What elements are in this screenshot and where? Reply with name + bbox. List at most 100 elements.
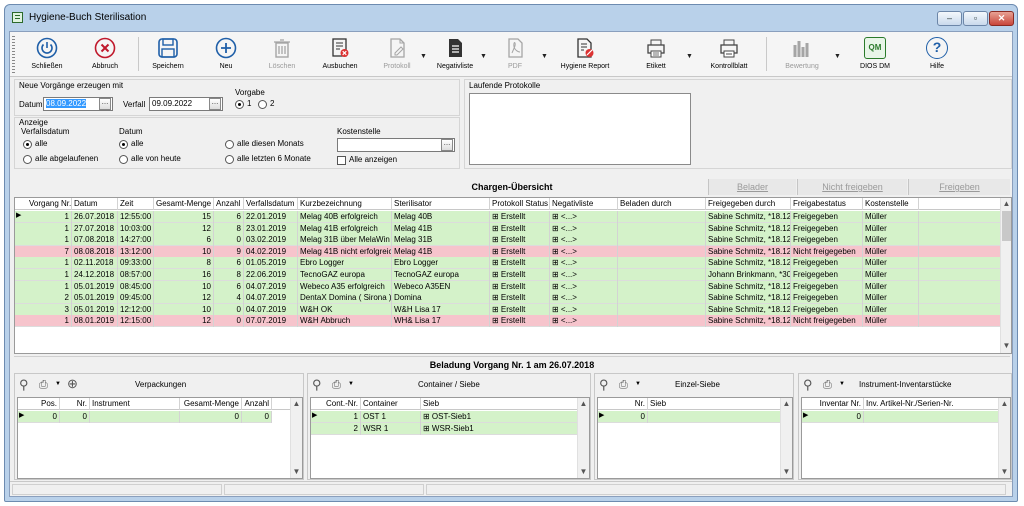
- show-all-checkbox[interactable]: [337, 156, 346, 165]
- expiry-picker-button[interactable]: …: [209, 98, 221, 110]
- rating-button[interactable]: Bewertung: [772, 34, 832, 75]
- batch-cell[interactable]: ⊞ <...>: [550, 222, 618, 235]
- close-window-button[interactable]: ✕: [989, 11, 1014, 26]
- protocol-button[interactable]: Protokoll: [374, 34, 420, 75]
- batch-row[interactable]: 1 08.01.2019 12:15:00 12 0 07.07.2019 W&H Abbr…: [15, 315, 1001, 328]
- batch-cell[interactable]: ⊞ Erstellt: [490, 222, 550, 235]
- container-column-header[interactable]: Sieb: [421, 398, 581, 410]
- batch-column-header[interactable]: Datum: [72, 198, 118, 210]
- container-column-header[interactable]: Container: [361, 398, 421, 410]
- toolbar-grip[interactable]: [12, 36, 15, 73]
- batch-column-header[interactable]: Beladen durch: [618, 198, 706, 210]
- date-month-radio[interactable]: [225, 140, 234, 149]
- batch-cell[interactable]: ⊞ <...>: [550, 303, 618, 316]
- chevron-down-icon[interactable]: ▼: [635, 381, 641, 387]
- pdf-dropdown-arrow[interactable]: ▼: [541, 53, 548, 60]
- search-icon[interactable]: ⚲: [312, 377, 322, 393]
- batch-cell[interactable]: ⊞ <...>: [550, 211, 618, 223]
- batch-column-header[interactable]: Zeit: [118, 198, 154, 210]
- default-radio-1[interactable]: [235, 100, 244, 109]
- close-button[interactable]: Schließen: [24, 34, 70, 75]
- scroll-down-arrow[interactable]: ▼: [291, 466, 302, 478]
- batch-cell[interactable]: ⊞ <...>: [550, 292, 618, 305]
- checkout-button[interactable]: Ausbuchen: [314, 34, 366, 75]
- delete-button[interactable]: Löschen: [260, 34, 304, 75]
- scroll-down-arrow[interactable]: ▼: [781, 466, 792, 478]
- negative-list-button[interactable]: Negativliste: [430, 34, 480, 75]
- batch-cell[interactable]: ⊞ <...>: [550, 315, 618, 328]
- packaging-column-header[interactable]: Nr.: [60, 398, 90, 410]
- add-icon[interactable]: ⊕: [67, 376, 78, 392]
- cost-center-input[interactable]: [337, 138, 455, 152]
- batch-cell[interactable]: ⊞ Erstellt: [490, 269, 550, 281]
- scroll-up-arrow[interactable]: ▲: [291, 398, 302, 410]
- batch-cell[interactable]: ⊞ Erstellt: [490, 211, 550, 223]
- scroll-down-arrow[interactable]: ▼: [1001, 340, 1011, 352]
- chevron-down-icon[interactable]: ▼: [55, 381, 61, 387]
- scroll-up-arrow[interactable]: ▲: [578, 398, 589, 410]
- batch-column-header[interactable]: Sterilisator: [392, 198, 490, 210]
- maximize-button[interactable]: ▫: [963, 11, 988, 26]
- batch-grid-scrollbar[interactable]: ▲ ▼: [1000, 198, 1011, 353]
- single-sieve-column-header[interactable]: Sieb: [648, 398, 788, 410]
- packaging-scrollbar[interactable]: ▲ ▼: [290, 398, 302, 478]
- minimize-button[interactable]: –: [937, 11, 962, 26]
- new-button[interactable]: Neu: [204, 34, 248, 75]
- packaging-row[interactable]: ▶ 0 0 0 0: [18, 411, 272, 423]
- batch-cell[interactable]: ⊞ <...>: [550, 269, 618, 281]
- batch-row[interactable]: ▶ 1 26.07.2018 12:55:00 15 6 22.01.2019 Melag 4…: [15, 211, 1001, 223]
- batch-row[interactable]: 3 05.01.2019 12:12:00 10 0 04.07.2019 W&H OK W&…: [15, 303, 1001, 316]
- expiry-all-radio[interactable]: [23, 140, 32, 149]
- approve-button[interactable]: Freigeben: [908, 179, 1010, 195]
- batch-row[interactable]: 1 07.08.2018 14:27:00 6 0 03.02.2019 Melag 31B…: [15, 234, 1001, 247]
- batch-cell[interactable]: ⊞ Erstellt: [490, 315, 550, 328]
- batch-column-header[interactable]: Verfallsdatum: [244, 198, 298, 210]
- chevron-down-icon[interactable]: ▼: [839, 381, 845, 387]
- packaging-column-header[interactable]: Anzahl: [242, 398, 272, 410]
- instrument-row[interactable]: ▶ 0: [802, 411, 1004, 423]
- label-print-dropdown-arrow[interactable]: ▼: [686, 53, 693, 60]
- chevron-down-icon[interactable]: ▼: [348, 381, 354, 387]
- batch-cell[interactable]: ⊞ <...>: [550, 257, 618, 270]
- instrument-scrollbar[interactable]: ▲ ▼: [998, 398, 1010, 478]
- scroll-up-arrow[interactable]: ▲: [1001, 198, 1011, 210]
- date-picker-button[interactable]: …: [99, 98, 111, 110]
- batch-cell[interactable]: ⊞ Erstellt: [490, 245, 550, 258]
- packaging-column-header[interactable]: Instrument: [90, 398, 180, 410]
- batch-column-header[interactable]: Kurzbezeichnung: [298, 198, 392, 210]
- protocol-dropdown-arrow[interactable]: ▼: [420, 53, 427, 60]
- batch-column-header[interactable]: Protokoll Status: [490, 198, 550, 210]
- negative-list-dropdown-arrow[interactable]: ▼: [480, 53, 487, 60]
- single-sieve-row[interactable]: ▶ 0: [598, 411, 788, 423]
- batch-column-header[interactable]: Negativliste: [550, 198, 618, 210]
- loader-button[interactable]: Belader: [708, 179, 796, 195]
- rating-dropdown-arrow[interactable]: ▼: [834, 53, 841, 60]
- packaging-column-header[interactable]: Pos.: [30, 398, 60, 410]
- batch-row[interactable]: 1 24.12.2018 08:57:00 16 8 22.06.2019 TecnoGAZ…: [15, 269, 1001, 281]
- printer-icon[interactable]: ⎙: [619, 379, 628, 392]
- batch-cell[interactable]: ⊞ Erstellt: [490, 292, 550, 305]
- batch-row[interactable]: 1 02.11.2018 09:33:00 8 6 01.05.2019 Ebro Logg…: [15, 257, 1001, 270]
- cost-center-picker-button[interactable]: …: [441, 139, 453, 151]
- expiry-expired-radio[interactable]: [23, 155, 32, 164]
- batch-cell[interactable]: ⊞ Erstellt: [490, 257, 550, 270]
- date-today-radio[interactable]: [119, 155, 128, 164]
- batch-row[interactable]: 2 05.01.2019 09:45:00 12 4 04.07.2019 DentaX D…: [15, 292, 1001, 305]
- instrument-column-header[interactable]: Inventar Nr.: [814, 398, 864, 410]
- default-radio-2[interactable]: [258, 100, 267, 109]
- batch-cell[interactable]: ⊞ <...>: [550, 234, 618, 247]
- batch-cell[interactable]: ⊞ Erstellt: [490, 303, 550, 316]
- batch-column-header[interactable]: Freigabestatus: [791, 198, 863, 210]
- reject-button[interactable]: Nicht freigeben: [797, 179, 907, 195]
- dios-dm-button[interactable]: QM DIOS DM: [846, 34, 904, 75]
- hygiene-report-button[interactable]: Hygiene Report: [550, 34, 620, 75]
- scroll-up-arrow[interactable]: ▲: [781, 398, 792, 410]
- batch-row[interactable]: 1 05.01.2019 08:45:00 10 6 04.07.2019 Webeco A…: [15, 280, 1001, 293]
- control-sheet-button[interactable]: Kontrollblatt: [698, 34, 760, 75]
- help-button[interactable]: ? Hilfe: [916, 34, 958, 75]
- printer-icon[interactable]: ⎙: [823, 379, 832, 392]
- printer-icon[interactable]: ⎙: [332, 379, 341, 392]
- scroll-thumb[interactable]: [1002, 211, 1011, 241]
- batch-cell[interactable]: ⊞ Erstellt: [490, 234, 550, 247]
- pdf-button[interactable]: PDF: [494, 34, 536, 75]
